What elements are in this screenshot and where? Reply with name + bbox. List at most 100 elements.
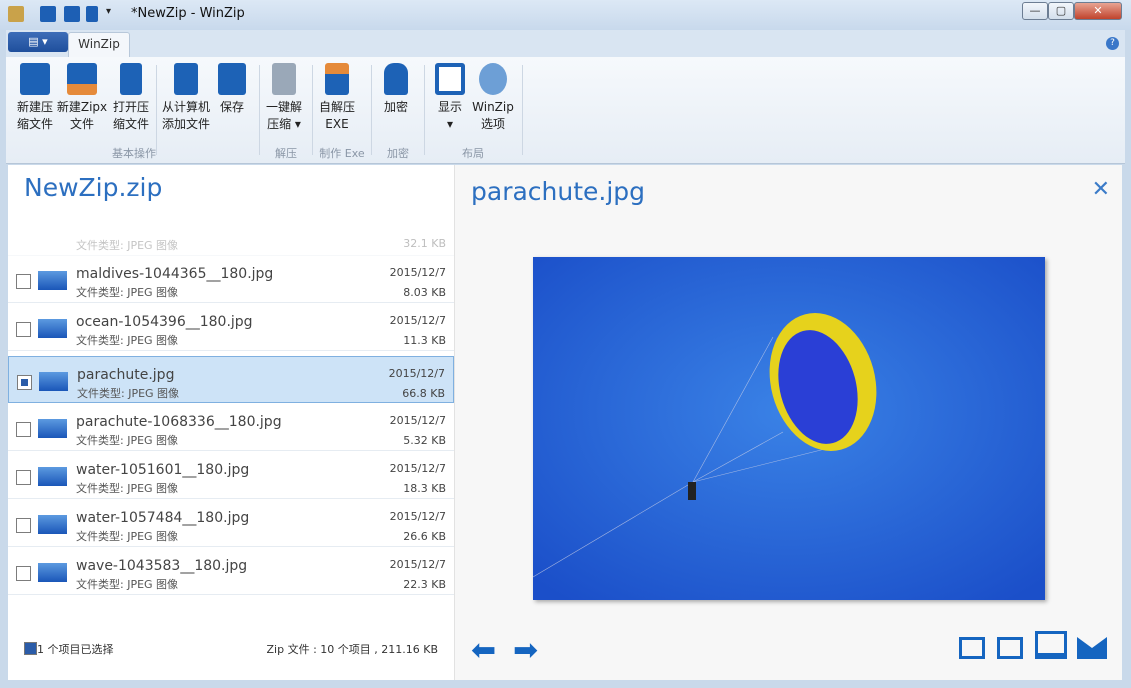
add-files-button[interactable]: 从计算机 添加文件 — [158, 63, 214, 133]
file-size: 32.1 KB — [403, 237, 446, 250]
file-type: 文件类型: JPEG 图像 — [76, 286, 179, 299]
file-name: water-1051601__180.jpg — [76, 462, 250, 478]
eye-icon — [435, 63, 465, 95]
save-icon — [218, 63, 246, 95]
divider — [371, 65, 372, 155]
lock-icon — [384, 63, 408, 95]
divider — [424, 65, 425, 155]
label: 新建Zipx — [56, 100, 108, 114]
close-button[interactable]: ✕ — [1074, 2, 1122, 20]
save-icon[interactable] — [40, 6, 56, 22]
label: 缩文件 — [112, 117, 149, 131]
file-thumbnail — [38, 319, 67, 338]
file-type: 文件类型: JPEG 图像 — [76, 482, 179, 495]
next-arrow-icon[interactable]: ➡ — [513, 633, 538, 668]
selection-status: 1 个项目已选择 — [24, 641, 114, 657]
file-checkbox[interactable] — [16, 566, 31, 581]
file-size: 66.8 KB — [402, 387, 445, 400]
file-checkbox[interactable] — [16, 322, 31, 337]
list-item[interactable]: wave-1043583__180.jpg 文件类型: JPEG 图像 2015… — [8, 548, 454, 595]
new-zip-button[interactable]: 新建压 缩文件 — [12, 63, 58, 133]
file-checkbox[interactable] — [17, 375, 32, 390]
customize-qa-icon[interactable]: ▾ — [106, 6, 122, 22]
new-zipx-button[interactable]: 新建Zipx 文件 — [56, 63, 108, 133]
new-zip-icon[interactable] — [64, 6, 80, 22]
close-preview-icon[interactable]: ✕ — [1092, 177, 1110, 202]
file-checkbox[interactable] — [16, 274, 31, 289]
app-icon — [8, 6, 24, 22]
new-zip-icon — [20, 63, 50, 95]
label: 缩文件 — [16, 117, 53, 131]
file-type: 文件类型: JPEG 图像 — [77, 387, 180, 400]
unzip-button[interactable]: 一键解 压缩 ▾ — [262, 63, 306, 133]
new-zipx-icon — [67, 63, 97, 95]
rotate-left-icon[interactable] — [959, 637, 985, 659]
select-all-checkbox[interactable] — [24, 642, 37, 655]
file-thumbnail — [38, 515, 67, 534]
minimize-button[interactable]: — — [1022, 2, 1048, 20]
file-name: parachute.jpg — [77, 367, 175, 383]
group-label: 制作 Exe — [319, 147, 365, 160]
save-button[interactable]: 保存 — [214, 63, 250, 116]
unzip-icon — [272, 63, 296, 95]
label: 打开压 — [112, 100, 149, 114]
file-date: 2015/12/7 — [389, 314, 446, 327]
list-item[interactable]: parachute-1068336__180.jpg 文件类型: JPEG 图像… — [8, 404, 454, 451]
maximize-button[interactable]: ▢ — [1048, 2, 1074, 20]
file-name: parachute-1068336__180.jpg — [76, 414, 282, 430]
file-type: 文件类型: JPEG 图像 — [76, 239, 179, 252]
open-zip-button[interactable]: 打开压 缩文件 — [108, 63, 154, 133]
file-date: 2015/12/7 — [389, 266, 446, 279]
help-icon[interactable]: ? — [1106, 37, 1119, 50]
label: 从计算机 — [161, 100, 210, 114]
zip-title: NewZip.zip — [24, 173, 163, 202]
file-checkbox[interactable] — [16, 470, 31, 485]
title-bar: ▾ *NewZip - WinZip — ▢ ✕ — [0, 0, 1131, 30]
rotate-right-icon[interactable] — [997, 637, 1023, 659]
divider — [156, 65, 157, 155]
file-name: wave-1043583__180.jpg — [76, 558, 248, 574]
list-item[interactable]: water-1057484__180.jpg 文件类型: JPEG 图像 201… — [8, 500, 454, 547]
previous-arrow-icon[interactable]: ⬅ — [471, 633, 496, 668]
file-size: 18.3 KB — [403, 482, 446, 495]
label: 压缩 ▾ — [267, 117, 301, 131]
file-type: 文件类型: JPEG 图像 — [76, 434, 179, 447]
file-thumbnail — [38, 419, 67, 438]
display-button[interactable]: 显示 ▾ — [430, 63, 470, 133]
open-folder-icon — [120, 63, 142, 95]
label: 自解压 — [318, 100, 355, 114]
label: 文件 — [69, 117, 94, 131]
file-name: ocean-1054396__180.jpg — [76, 314, 253, 330]
label: WinZip — [472, 100, 514, 114]
label: 添加文件 — [161, 117, 210, 131]
file-list-pane: NewZip.zip 文件类型: JPEG 图像 32.1 KB maldive… — [8, 165, 454, 680]
open-icon[interactable] — [86, 6, 98, 22]
set-wallpaper-icon[interactable] — [1035, 631, 1067, 659]
group-label: 加密 — [387, 147, 409, 160]
label: ▾ — [446, 117, 454, 131]
file-size: 26.6 KB — [403, 530, 446, 543]
list-item[interactable]: parachute.jpg 文件类型: JPEG 图像 2015/12/7 66… — [8, 356, 454, 403]
file-checkbox[interactable] — [16, 422, 31, 437]
window-title: *NewZip - WinZip — [131, 6, 245, 21]
encrypt-button[interactable]: 加密 — [378, 63, 414, 116]
tab-winzip[interactable]: WinZip — [68, 32, 130, 57]
preview-title: parachute.jpg — [471, 177, 646, 206]
list-item[interactable]: water-1051601__180.jpg 文件类型: JPEG 图像 201… — [8, 452, 454, 499]
email-icon[interactable] — [1077, 637, 1107, 659]
selected-count: 1 个项目已选择 — [37, 643, 114, 656]
file-menu-button[interactable]: ▤ ▾ — [8, 32, 68, 52]
group-label: 基本操作 — [112, 147, 156, 160]
preview-image — [533, 257, 1045, 600]
file-checkbox[interactable] — [16, 518, 31, 533]
zip-status: Zip 文件 : 10 个项目 , 211.16 KB — [266, 643, 439, 656]
self-extract-button[interactable]: 自解压 EXE — [316, 63, 358, 133]
list-item[interactable]: ocean-1054396__180.jpg 文件类型: JPEG 图像 201… — [8, 304, 454, 351]
list-item[interactable]: maldives-1044365__180.jpg 文件类型: JPEG 图像 … — [8, 256, 454, 303]
self-extract-icon — [325, 63, 349, 95]
file-size: 8.03 KB — [403, 286, 446, 299]
label: 显示 — [437, 100, 462, 114]
file-thumbnail — [38, 271, 67, 290]
winzip-options-button[interactable]: WinZip 选项 — [470, 63, 516, 133]
list-item[interactable]: 文件类型: JPEG 图像 32.1 KB — [8, 225, 454, 256]
